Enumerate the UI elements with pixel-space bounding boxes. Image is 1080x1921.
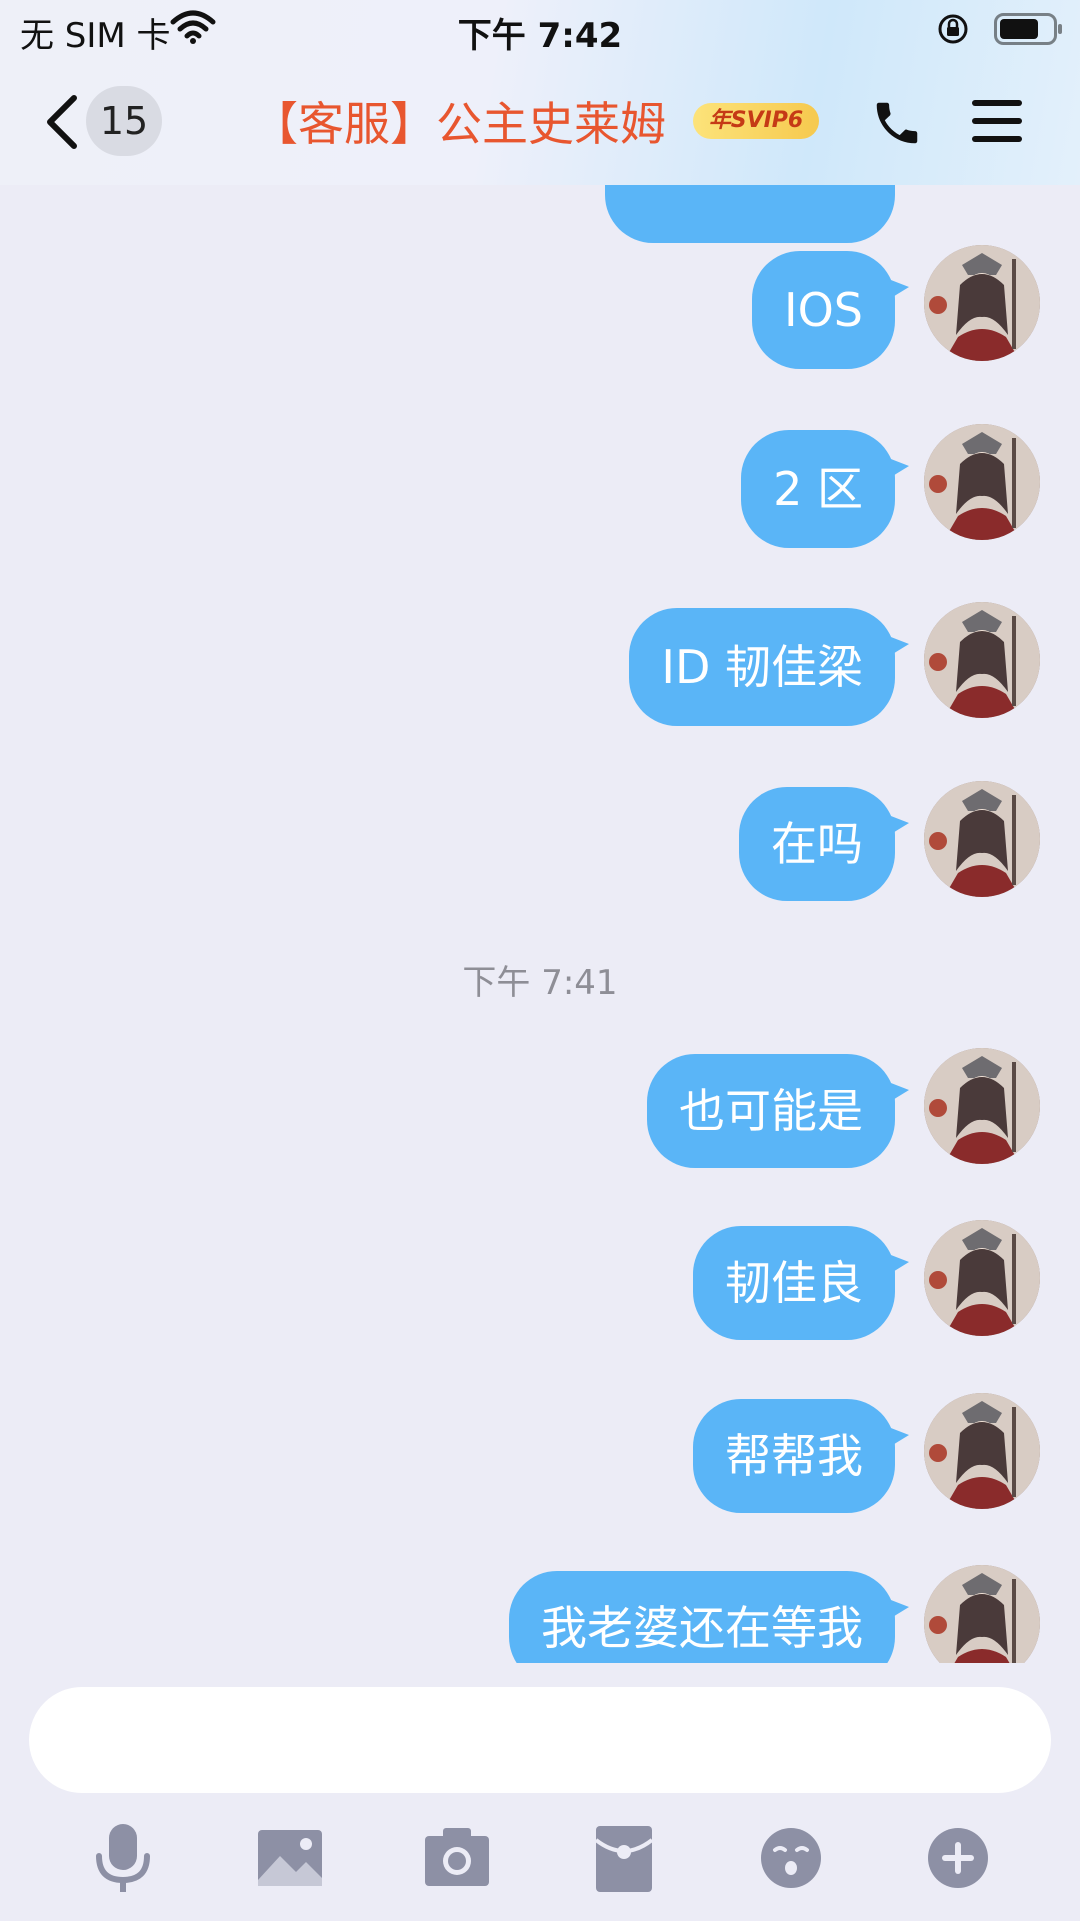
voice-button[interactable]: [83, 1818, 163, 1898]
message-bubble[interactable]: ID 韧佳梁: [629, 608, 909, 726]
message-bubble[interactable]: 我老婆还在等我: [509, 1571, 909, 1663]
avatar[interactable]: [924, 245, 1040, 361]
avatar-image: [924, 245, 1040, 361]
emoji-icon: [761, 1828, 821, 1888]
message-bubble[interactable]: 韧佳良: [693, 1226, 909, 1340]
message-bubble[interactable]: 也可能是: [647, 1054, 909, 1168]
call-button[interactable]: [870, 96, 924, 150]
microphone-icon: [96, 1824, 150, 1892]
battery-icon: [994, 13, 1064, 54]
chat-title[interactable]: 【客服】公主史莱姆: [252, 88, 666, 154]
message-bubble[interactable]: 帮帮我: [693, 1399, 909, 1513]
rotation-lock-icon: [936, 12, 970, 55]
chat-screen: 15 【客服】公主史莱姆 年SVIP6 无 SIM 卡 下午 7:42 IOS …: [0, 0, 1080, 1921]
message-input[interactable]: [29, 1687, 1051, 1793]
image-icon: [258, 1830, 322, 1886]
avatar-image: [924, 781, 1040, 897]
phone-icon: [876, 102, 918, 144]
avatar[interactable]: [924, 602, 1040, 718]
message-list[interactable]: IOS 2 区 ID 韧佳梁 在吗 下午 7:41 也可能是 韧佳良 帮帮我 我…: [0, 185, 1080, 1663]
vip-badge: 年SVIP6: [693, 103, 819, 139]
emoji-button[interactable]: [751, 1818, 831, 1898]
message-timestamp: 下午 7:41: [462, 963, 618, 1003]
chevron-left-icon: [47, 95, 77, 149]
red-packet-icon: [594, 1826, 654, 1892]
avatar-image: [924, 1565, 1040, 1663]
message-bubble-partial[interactable]: [605, 185, 895, 243]
avatar[interactable]: [924, 1565, 1040, 1663]
avatar[interactable]: [924, 424, 1040, 540]
menu-button[interactable]: [970, 96, 1026, 146]
camera-icon: [425, 1828, 489, 1886]
unread-count-badge[interactable]: 15: [86, 86, 162, 156]
avatar-image: [924, 1048, 1040, 1164]
more-button[interactable]: [918, 1818, 998, 1898]
avatar-image: [924, 1393, 1040, 1509]
message-bubble[interactable]: 2 区: [741, 430, 909, 548]
photo-button[interactable]: [250, 1818, 330, 1898]
status-time: 下午 7:42: [457, 16, 623, 56]
back-button[interactable]: [40, 92, 90, 152]
avatar[interactable]: [924, 781, 1040, 897]
hamburger-menu-icon: [972, 100, 1022, 142]
message-bubble[interactable]: 在吗: [739, 787, 909, 901]
status-bar: 无 SIM 卡 下午 7:42: [0, 0, 1080, 60]
avatar[interactable]: [924, 1393, 1040, 1509]
avatar-image: [924, 424, 1040, 540]
composer: [0, 1663, 1080, 1921]
avatar-image: [924, 1220, 1040, 1336]
camera-button[interactable]: [417, 1818, 497, 1898]
avatar[interactable]: [924, 1048, 1040, 1164]
message-bubble[interactable]: IOS: [752, 251, 909, 369]
red-packet-button[interactable]: [584, 1818, 664, 1898]
plus-icon: [928, 1828, 988, 1888]
avatar[interactable]: [924, 1220, 1040, 1336]
avatar-image: [924, 602, 1040, 718]
